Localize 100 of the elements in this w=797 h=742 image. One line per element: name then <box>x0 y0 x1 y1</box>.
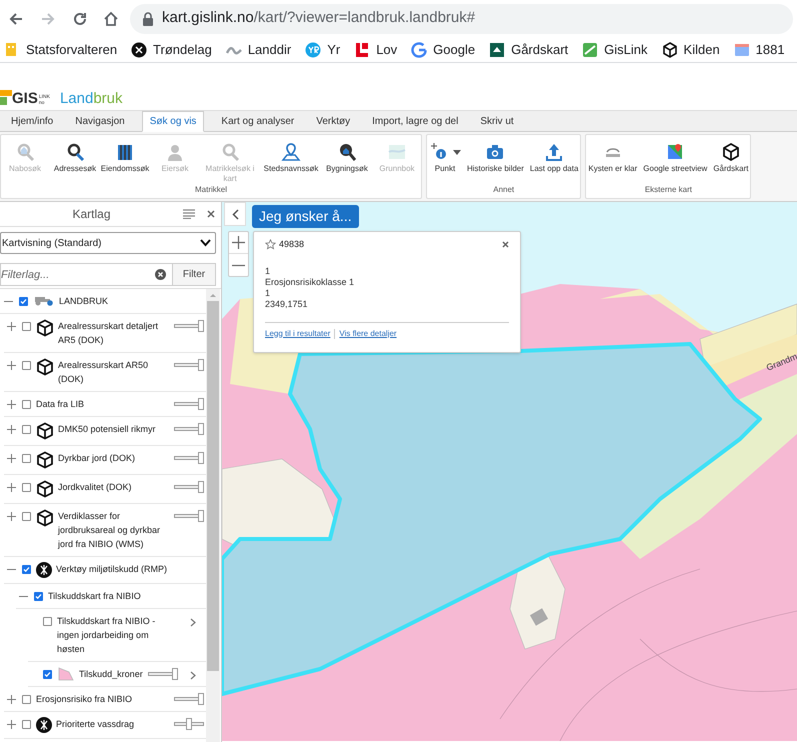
opacity-slider[interactable] <box>174 693 204 705</box>
opacity-slider[interactable] <box>174 359 204 371</box>
action-menu-button[interactable]: Jeg ønsker å... <box>252 205 359 228</box>
opacity-slider[interactable] <box>174 718 204 730</box>
expand-icon[interactable] <box>7 454 16 463</box>
checkbox[interactable] <box>19 297 28 306</box>
bookmark-link[interactable]: Landdir <box>226 40 292 60</box>
layer-label: Arealressurskart AR50 (DOK) <box>58 359 150 386</box>
opacity-slider[interactable] <box>174 423 204 435</box>
slider-thumb[interactable] <box>198 693 204 705</box>
expand-icon[interactable] <box>7 695 16 704</box>
expand-icon[interactable] <box>7 361 16 370</box>
slider-thumb[interactable] <box>198 320 204 332</box>
close-icon[interactable] <box>502 241 509 248</box>
expand-icon[interactable] <box>7 425 16 434</box>
ribbon-button[interactable]: Last opp data <box>530 141 578 174</box>
close-icon[interactable] <box>207 210 215 218</box>
checkbox[interactable] <box>43 670 52 679</box>
collapse-panel-button[interactable] <box>224 202 246 226</box>
bookmark-icon <box>354 42 370 58</box>
tab[interactable]: Skriv ut <box>473 111 521 131</box>
tab[interactable]: Import, lagre og del <box>365 111 466 131</box>
slider-thumb[interactable] <box>186 718 192 730</box>
filter-field[interactable]: Filterlag... <box>0 263 172 286</box>
bookmark-link[interactable]: Statsforvalteren <box>4 40 118 60</box>
layer-label: LANDBRUK <box>59 295 110 308</box>
back-icon[interactable] <box>8 10 24 26</box>
slider-thumb[interactable] <box>198 398 204 410</box>
checkbox[interactable] <box>43 617 52 626</box>
scrollbar[interactable] <box>206 289 220 742</box>
chevron-right-icon[interactable] <box>190 618 196 627</box>
tab[interactable]: Verktøy <box>309 111 358 131</box>
bookmark-link[interactable]: Trøndelag <box>131 40 212 60</box>
ribbon-button[interactable]: Gårdskart <box>713 141 748 174</box>
address-bar[interactable]: kart.gislink.no/kart/?viewer=landbruk.landbruk# <box>130 4 793 34</box>
expand-icon[interactable] <box>7 322 16 331</box>
opacity-slider[interactable] <box>174 481 204 493</box>
checkbox[interactable] <box>22 454 31 463</box>
slider-thumb[interactable] <box>198 359 204 371</box>
bookmark-link[interactable]: Kilden <box>662 40 720 60</box>
opacity-slider[interactable] <box>174 398 204 410</box>
expand-icon[interactable] <box>7 400 16 409</box>
filter-button[interactable]: Filter <box>172 263 216 286</box>
opacity-slider[interactable] <box>148 668 178 680</box>
bookmark-link[interactable]: 1881 <box>734 40 785 60</box>
tab[interactable]: Kart og analyser <box>214 111 302 131</box>
ribbon-button[interactable]: Bygningsøk <box>325 141 369 174</box>
lock-icon <box>142 12 154 26</box>
ribbon-button[interactable]: Punkt <box>429 141 461 174</box>
forward-icon[interactable] <box>40 10 56 26</box>
expand-icon[interactable] <box>7 720 16 729</box>
slider-thumb[interactable] <box>198 510 204 522</box>
popup-link[interactable]: Legg til i resultater <box>265 328 330 340</box>
menu-icon[interactable] <box>183 209 195 219</box>
checkbox[interactable] <box>22 400 31 409</box>
checkbox[interactable] <box>34 592 43 601</box>
ribbon-button[interactable]: Eiendomssøk <box>103 141 147 174</box>
attribute-value: Erosjonsrisikoklasse 1 <box>265 276 356 288</box>
ribbon-button[interactable]: Stedsnavnssøk <box>263 141 319 174</box>
expand-icon[interactable] <box>7 483 16 492</box>
popup-link[interactable]: Vis flere detaljer <box>339 328 397 340</box>
popup-title: 49838 <box>279 238 306 251</box>
checkbox[interactable] <box>22 565 31 574</box>
slider-thumb[interactable] <box>198 452 204 464</box>
ribbon-button[interactable]: Google streetview <box>643 141 708 174</box>
slider-thumb[interactable] <box>198 423 204 435</box>
camera-icon <box>485 142 506 162</box>
home-icon[interactable] <box>102 10 120 28</box>
checkbox[interactable] <box>22 322 31 331</box>
bookmark-link[interactable]: Yr <box>305 40 340 60</box>
tab[interactable]: Søk og vis <box>142 111 204 132</box>
slider-thumb[interactable] <box>172 668 178 680</box>
bookmark-link[interactable]: Lov <box>354 40 398 60</box>
chevron-right-icon[interactable] <box>190 671 196 680</box>
star-icon[interactable] <box>265 239 276 250</box>
tab[interactable]: Hjem/info <box>4 111 60 131</box>
tractor-icon <box>33 294 55 306</box>
checkbox[interactable] <box>22 512 31 521</box>
ribbon-button[interactable]: Kysten er klar <box>588 141 638 174</box>
opacity-slider[interactable] <box>174 320 204 332</box>
bookmark-link[interactable]: Google <box>411 40 476 60</box>
opacity-slider[interactable] <box>174 510 204 522</box>
opacity-slider[interactable] <box>174 452 204 464</box>
checkbox[interactable] <box>22 361 31 370</box>
view-dropdown[interactable]: Kartvisning (Standard) <box>0 232 216 254</box>
bookmark-link[interactable]: GisLink <box>582 40 648 60</box>
ribbon-button[interactable]: Historiske bilder <box>467 141 524 174</box>
bookmark-link[interactable]: Gårdskart <box>489 40 568 60</box>
reload-icon[interactable] <box>72 10 88 26</box>
scroll-thumb[interactable] <box>207 301 219 671</box>
clear-icon[interactable] <box>155 269 166 280</box>
checkbox[interactable] <box>22 720 31 729</box>
checkbox[interactable] <box>22 483 31 492</box>
tab[interactable]: Navigasjon <box>68 111 132 131</box>
slider-thumb[interactable] <box>198 481 204 493</box>
checkbox[interactable] <box>22 425 31 434</box>
layer-label: Dyrkbar jord (DOK) <box>58 452 136 465</box>
ribbon-button[interactable]: Adressesøk <box>53 141 97 174</box>
checkbox[interactable] <box>22 695 31 704</box>
expand-icon[interactable] <box>7 512 16 521</box>
